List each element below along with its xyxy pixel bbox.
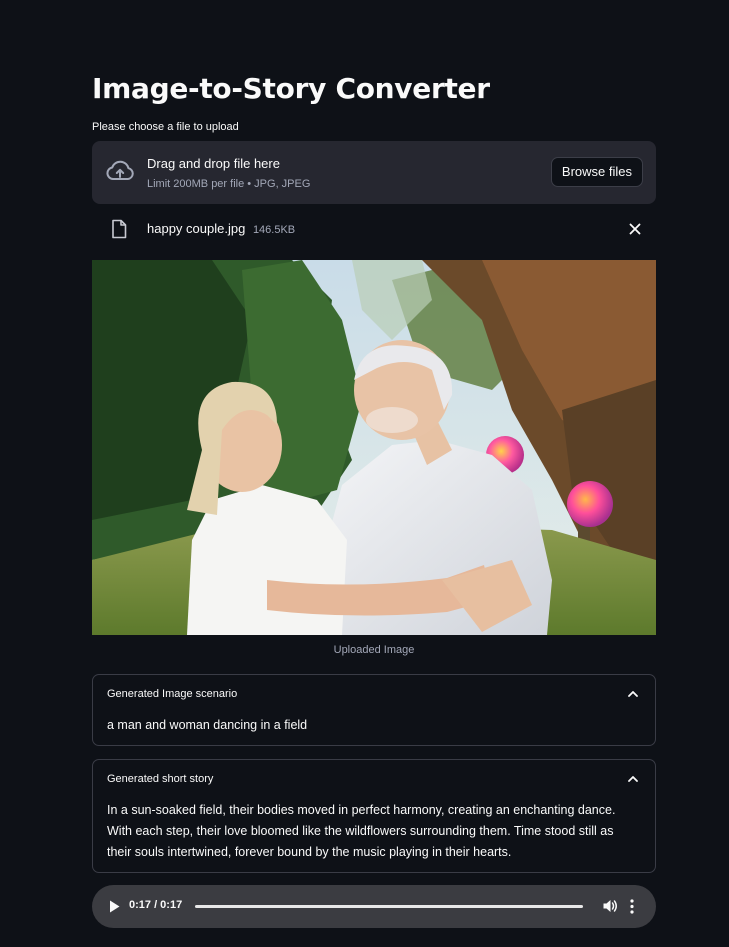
uploaded-image bbox=[92, 260, 656, 635]
chevron-up-icon[interactable] bbox=[627, 689, 639, 699]
file-icon bbox=[112, 219, 127, 239]
file-uploader-label: Please choose a file to upload bbox=[92, 121, 239, 133]
uploaded-file-name: happy couple.jpg 146.5KB bbox=[147, 221, 295, 236]
file-name-text: happy couple.jpg bbox=[147, 221, 246, 236]
story-expander[interactable]: Generated short story In a sun-soaked fi… bbox=[92, 759, 656, 873]
volume-icon[interactable] bbox=[602, 898, 618, 914]
cloud-upload-icon bbox=[106, 160, 134, 180]
audio-seek-progress bbox=[195, 905, 583, 908]
dropzone-instructions: Drag and drop file here bbox=[147, 156, 280, 171]
audio-time: 0:17 / 0:17 bbox=[129, 899, 183, 911]
dropzone-limit-text: Limit 200MB per file • JPG, JPEG bbox=[147, 178, 311, 190]
story-expander-header[interactable]: Generated short story bbox=[107, 773, 213, 785]
more-vertical-icon[interactable] bbox=[629, 899, 635, 914]
couple-dancing-photo bbox=[92, 260, 656, 635]
scenario-text: a man and woman dancing in a field bbox=[107, 718, 308, 732]
story-text: In a sun-soaked field, their bodies move… bbox=[107, 803, 616, 859]
chevron-up-icon[interactable] bbox=[627, 774, 639, 784]
close-icon[interactable] bbox=[628, 222, 642, 236]
file-size: 146.5KB bbox=[252, 224, 296, 236]
browse-files-button[interactable]: Browse files bbox=[550, 157, 643, 187]
file-dropzone[interactable]: Drag and drop file here Limit 200MB per … bbox=[92, 141, 656, 204]
scenario-expander-header[interactable]: Generated Image scenario bbox=[107, 688, 237, 700]
audio-seek-bar[interactable] bbox=[195, 905, 583, 908]
audio-player[interactable]: 0:17 / 0:17 bbox=[92, 885, 656, 928]
uploaded-file-row: happy couple.jpg 146.5KB bbox=[92, 214, 656, 244]
image-caption: Uploaded Image bbox=[333, 644, 415, 656]
play-icon[interactable] bbox=[109, 900, 120, 913]
scenario-expander[interactable]: Generated Image scenario a man and woman… bbox=[92, 674, 656, 746]
page-title: Image-to-Story Converter bbox=[92, 72, 490, 105]
